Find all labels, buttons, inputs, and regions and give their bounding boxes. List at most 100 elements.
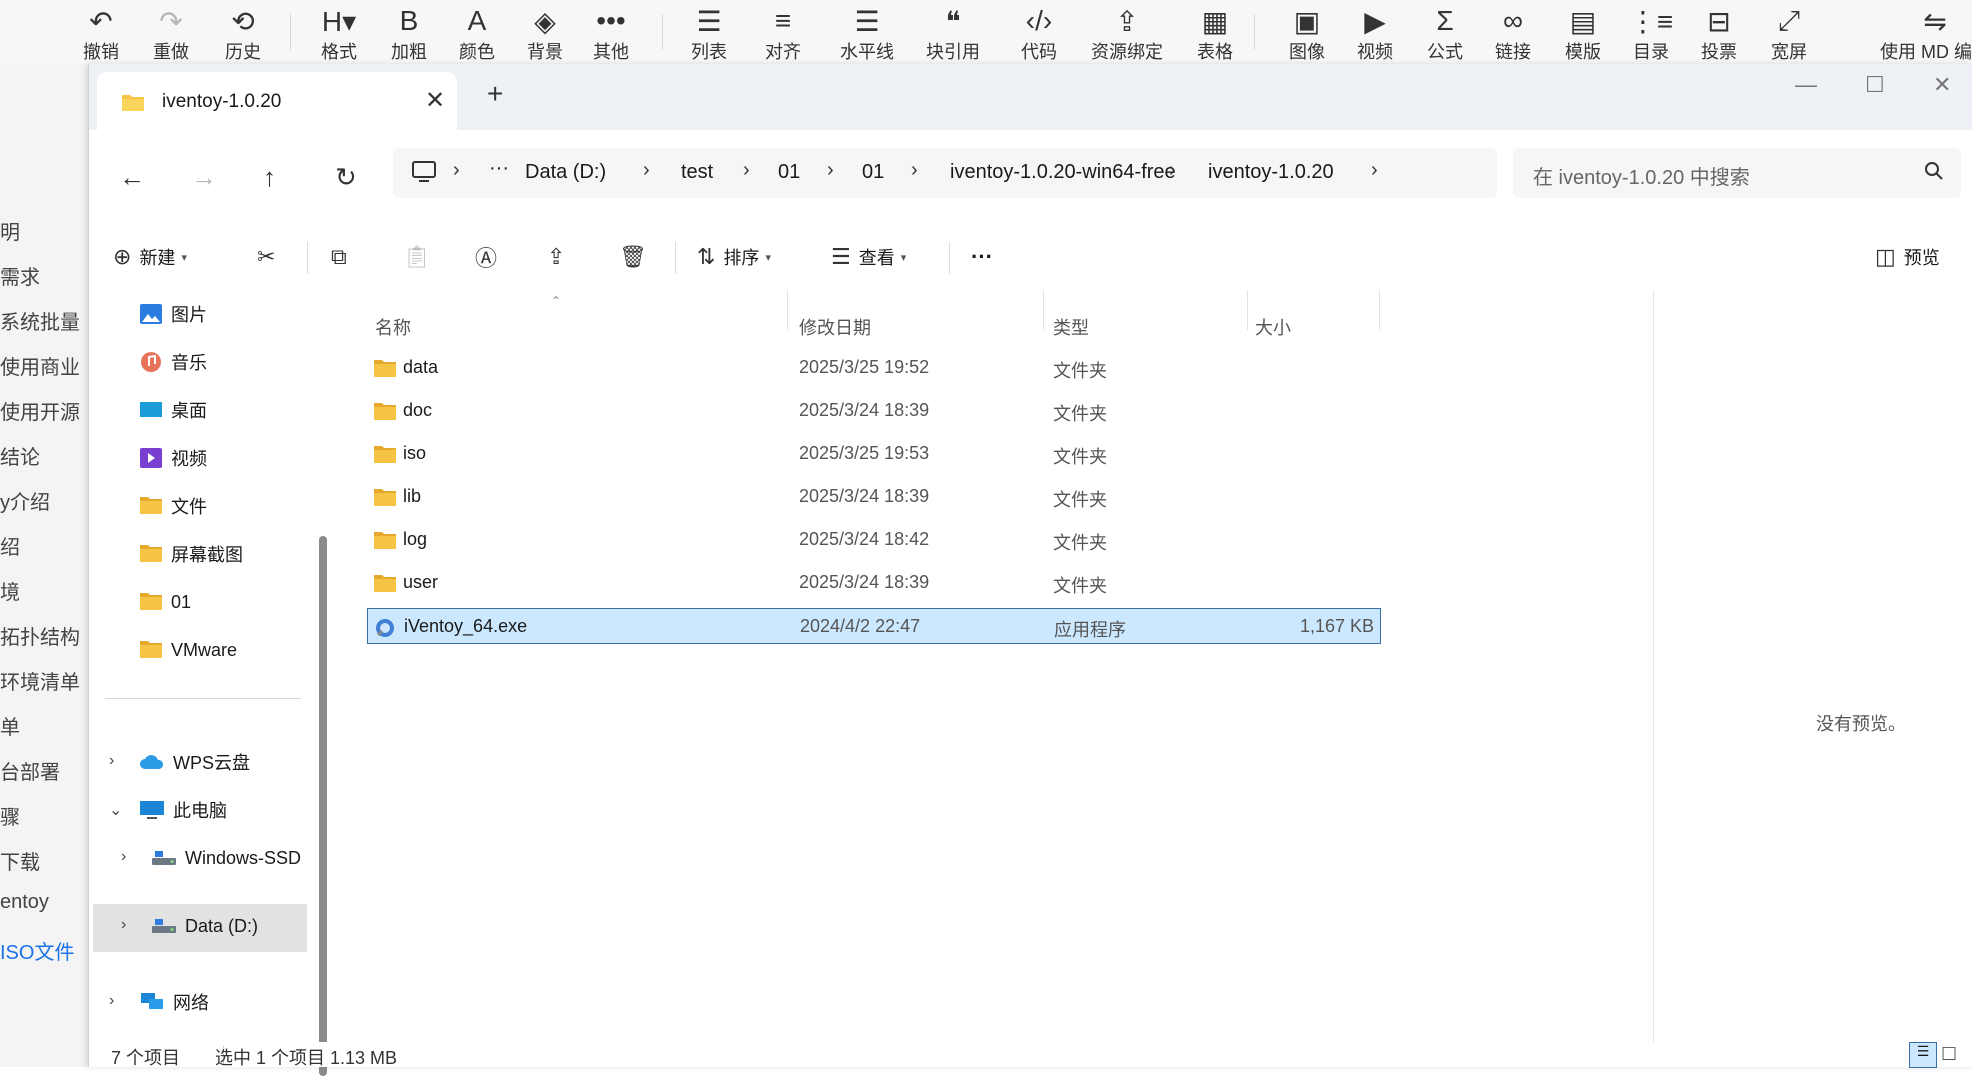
- editor-toolbar-button[interactable]: ⇪ 资源绑定: [1090, 4, 1164, 64]
- editor-toolbar-button[interactable]: ❝ 块引用: [916, 4, 990, 64]
- rename-button[interactable]: Ⓐ: [475, 242, 505, 272]
- tab-iventoy[interactable]: iventoy-1.0.20 ✕: [97, 72, 457, 130]
- minimize-button[interactable]: —: [1795, 72, 1817, 98]
- editor-toolbar-button[interactable]: ≡ 对齐: [746, 4, 820, 64]
- new-button[interactable]: ⊕ 新建 ▾: [113, 242, 187, 272]
- nav-item-图片[interactable]: 图片📌︎: [139, 294, 355, 334]
- preview-toggle-button[interactable]: ◫ 预览: [1875, 242, 1940, 272]
- nav-item-视频[interactable]: 视频📌︎: [139, 438, 355, 478]
- nav-item-文件[interactable]: 文件: [139, 486, 349, 526]
- column-divider[interactable]: [1247, 290, 1248, 330]
- breadcrumb-win64-free[interactable]: iventoy-1.0.20-win64-free: [950, 161, 1176, 184]
- column-header-type[interactable]: 类型: [1053, 314, 1089, 340]
- outline-item[interactable]: 单: [0, 711, 20, 740]
- editor-toolbar-button[interactable]: ↷ 重做: [134, 4, 208, 64]
- breadcrumb-current[interactable]: iventoy-1.0.20: [1208, 161, 1334, 184]
- delete-button[interactable]: 🗑︎: [619, 242, 655, 272]
- editor-toolbar-button[interactable]: ⟲ 历史: [206, 4, 280, 64]
- column-header-size[interactable]: 大小: [1255, 314, 1291, 340]
- share-button[interactable]: ⇪: [547, 242, 573, 272]
- outline-item[interactable]: 结论: [0, 441, 40, 470]
- editor-toolbar-button[interactable]: ☰ 水平线: [830, 4, 904, 64]
- table-row[interactable]: user 2025/3/24 18:39 文件夹: [367, 565, 1381, 601]
- column-divider[interactable]: [1043, 290, 1044, 330]
- table-row[interactable]: log 2025/3/24 18:42 文件夹: [367, 522, 1381, 558]
- outline-item[interactable]: 使用开源: [0, 396, 80, 425]
- editor-toolbar-button[interactable]: ☰ 列表: [672, 4, 746, 64]
- breadcrumb-overflow[interactable]: ···: [489, 157, 509, 180]
- editor-toolbar-button[interactable]: ▣ 图像: [1270, 4, 1344, 64]
- table-row[interactable]: iso 2025/3/25 19:53 文件夹: [367, 436, 1381, 472]
- nav-item-桌面[interactable]: 桌面📌︎: [139, 390, 355, 430]
- column-divider[interactable]: [787, 290, 788, 330]
- table-row[interactable]: lib 2025/3/24 18:39 文件夹: [367, 479, 1381, 515]
- outline-item[interactable]: 骤: [0, 801, 20, 830]
- editor-toolbar-button[interactable]: H▾ 格式: [302, 4, 376, 64]
- nav-item-音乐[interactable]: 音乐📌︎: [139, 342, 355, 382]
- editor-toolbar-button[interactable]: ◈ 背景: [508, 4, 582, 64]
- copy-button[interactable]: ⧉: [331, 242, 355, 272]
- column-header-name[interactable]: 名称: [375, 314, 411, 340]
- outline-item[interactable]: 明: [0, 216, 20, 245]
- outline-item[interactable]: 境: [0, 576, 20, 605]
- column-header-date[interactable]: 修改日期: [799, 314, 871, 340]
- editor-toolbar-button[interactable]: ▶ 视频: [1338, 4, 1412, 64]
- nav-item-01[interactable]: 01: [139, 582, 349, 622]
- chevron-right-icon[interactable]: ›: [121, 916, 126, 934]
- outline-item[interactable]: 需求: [0, 261, 40, 290]
- breadcrumb-test[interactable]: test: [681, 161, 713, 184]
- table-row[interactable]: data 2025/3/25 19:52 文件夹: [367, 350, 1381, 386]
- editor-toolbar-button[interactable]: ▦ 表格: [1178, 4, 1252, 64]
- search-icon[interactable]: [1923, 160, 1945, 187]
- view-button[interactable]: ☰ 查看 ▾: [831, 242, 906, 272]
- editor-toolbar-button[interactable]: ‹/› 代码: [1002, 4, 1076, 64]
- column-divider[interactable]: [1379, 290, 1380, 330]
- editor-toolbar-button[interactable]: ▤ 模版: [1546, 4, 1620, 64]
- editor-toolbar-button[interactable]: ⋮≡ 目录: [1614, 4, 1688, 64]
- editor-toolbar-button[interactable]: ••• 其他: [574, 4, 648, 64]
- nav-tree-item[interactable]: WPS云盘: [139, 742, 250, 782]
- editor-toolbar-button[interactable]: ↶ 撤销: [64, 4, 138, 64]
- close-tab-icon[interactable]: ✕: [425, 86, 445, 115]
- nav-tree-item[interactable]: 此电脑: [139, 790, 227, 830]
- more-options-button[interactable]: ···: [971, 242, 993, 272]
- outline-item[interactable]: ISO文件: [0, 936, 74, 965]
- maximize-button[interactable]: ☐: [1865, 72, 1885, 98]
- chevron-down-icon[interactable]: ⌄: [109, 800, 122, 820]
- editor-toolbar-button[interactable]: Σ 公式: [1408, 4, 1482, 64]
- outline-item[interactable]: 环境清单: [0, 666, 80, 695]
- back-button[interactable]: ←: [119, 162, 145, 193]
- search-input[interactable]: 在 iventoy-1.0.20 中搜索: [1513, 148, 1961, 198]
- nav-tree-item[interactable]: Windows-SSD: [151, 838, 301, 878]
- chevron-right-icon[interactable]: ›: [109, 752, 114, 770]
- close-window-button[interactable]: ✕: [1933, 72, 1951, 98]
- breadcrumb-drive[interactable]: Data (D:): [525, 161, 606, 184]
- editor-toolbar-button[interactable]: ⊟ 投票: [1682, 4, 1756, 64]
- outline-item[interactable]: 绍: [0, 531, 20, 560]
- up-button[interactable]: ↑: [263, 162, 276, 193]
- outline-item[interactable]: 系统批量: [0, 306, 80, 335]
- forward-button[interactable]: →: [191, 162, 217, 193]
- editor-toolbar-button[interactable]: A 颜色: [440, 4, 514, 64]
- editor-toolbar-button[interactable]: ⇋ 使用 MD 编辑: [1880, 4, 1972, 64]
- table-row[interactable]: doc 2025/3/24 18:39 文件夹: [367, 393, 1381, 429]
- breadcrumb-01b[interactable]: 01: [862, 161, 884, 184]
- chevron-right-icon[interactable]: ›: [109, 992, 114, 1010]
- outline-item[interactable]: 下载: [0, 846, 40, 875]
- new-tab-button[interactable]: +: [487, 78, 503, 110]
- details-view-icon[interactable]: ☰: [1909, 1042, 1937, 1068]
- outline-item[interactable]: 台部署: [0, 756, 60, 785]
- editor-toolbar-button[interactable]: B 加粗: [372, 4, 446, 64]
- nav-tree-item[interactable]: Data (D:): [151, 906, 258, 946]
- editor-toolbar-button[interactable]: ⤢ 宽屏: [1752, 4, 1826, 64]
- nav-item-VMware[interactable]: VMware: [139, 630, 349, 670]
- outline-item[interactable]: 使用商业: [0, 351, 80, 380]
- outline-item[interactable]: entoy: [0, 891, 49, 914]
- paste-button[interactable]: 📋︎: [403, 242, 439, 272]
- outline-item[interactable]: y介绍: [0, 486, 50, 515]
- refresh-button[interactable]: ↻: [335, 162, 357, 193]
- nav-item-屏幕截图[interactable]: 屏幕截图: [139, 534, 349, 574]
- sort-button[interactable]: ⇅ 排序 ▾: [697, 242, 771, 272]
- outline-item[interactable]: 拓扑结构: [0, 621, 80, 650]
- breadcrumb[interactable]: › ··· Data (D:) › test › 01 › 01 › ivent…: [393, 148, 1497, 198]
